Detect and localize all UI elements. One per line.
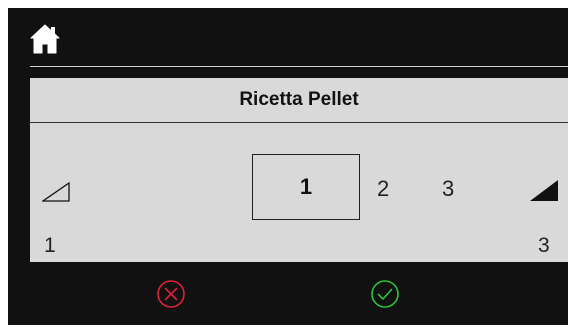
selected-option[interactable]: 1 — [252, 154, 360, 220]
ramp-high-icon — [530, 180, 558, 201]
recipe-panel: Ricetta Pellet 1 2 3 1 3 — [30, 78, 568, 262]
home-button[interactable] — [28, 22, 62, 56]
ramp-low-icon — [40, 181, 70, 202]
header-divider — [30, 66, 568, 67]
panel-title: Ricetta Pellet — [239, 89, 359, 110]
range-min: 1 — [44, 234, 56, 257]
device-screen: Ricetta Pellet 1 2 3 1 3 — [8, 8, 568, 325]
option-2[interactable]: 2 — [377, 176, 389, 202]
cancel-x-icon — [157, 280, 185, 308]
home-icon — [30, 24, 60, 54]
increase-button[interactable] — [530, 180, 558, 201]
range-max: 3 — [538, 234, 550, 257]
title-divider — [30, 122, 568, 123]
cancel-button[interactable] — [156, 279, 186, 309]
decrease-button[interactable] — [40, 181, 70, 202]
option-3[interactable]: 3 — [442, 176, 454, 202]
confirm-check-icon — [371, 280, 399, 308]
confirm-button[interactable] — [370, 279, 400, 309]
